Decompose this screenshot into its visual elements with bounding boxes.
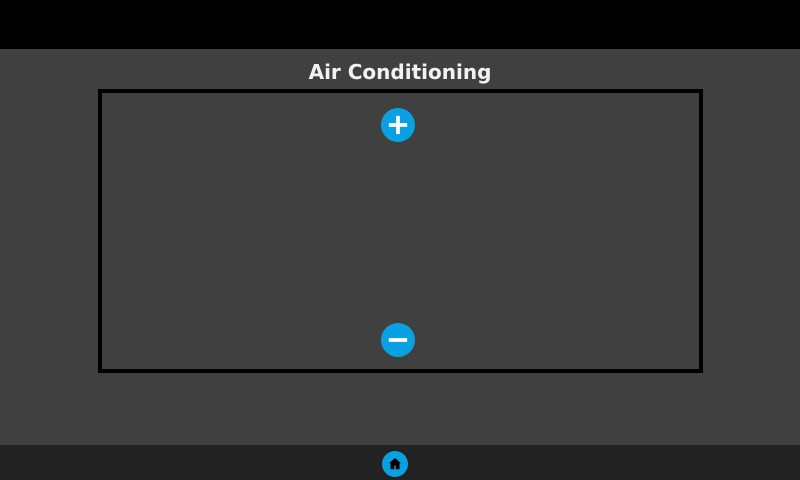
plus-icon xyxy=(388,115,408,135)
home-icon xyxy=(389,458,401,470)
top-bar xyxy=(0,0,800,49)
increase-temperature-button[interactable] xyxy=(381,108,415,142)
decrease-temperature-button[interactable] xyxy=(381,323,415,357)
bottom-navigation-bar xyxy=(0,445,800,480)
main-content: Air Conditioning xyxy=(0,49,800,445)
home-button[interactable] xyxy=(382,451,408,477)
temperature-control-panel xyxy=(98,89,703,373)
air-conditioning-screen: Air Conditioning xyxy=(0,0,800,480)
minus-icon xyxy=(388,338,408,342)
page-title: Air Conditioning xyxy=(308,60,492,84)
